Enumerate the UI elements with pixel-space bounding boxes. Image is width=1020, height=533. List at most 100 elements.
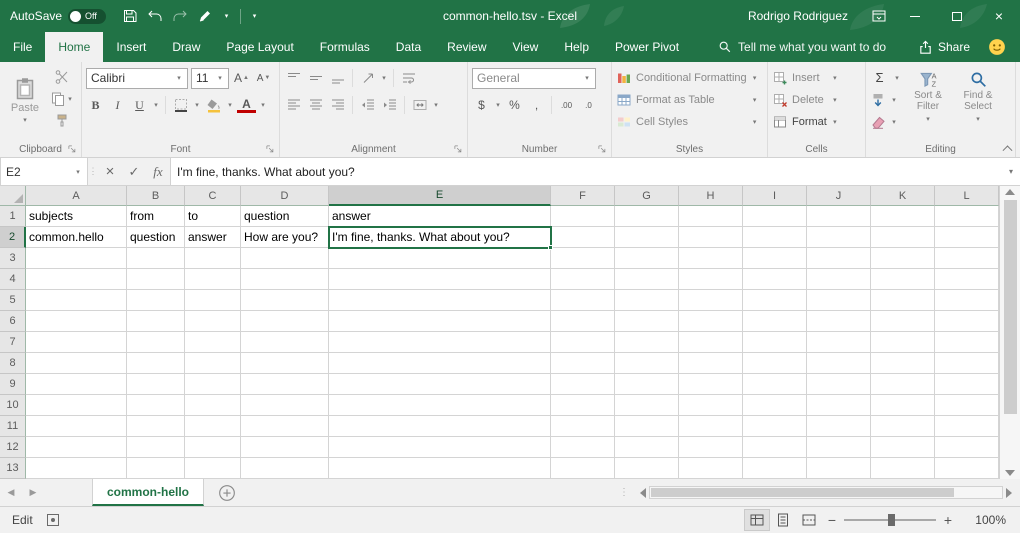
cell-E9[interactable] [329,374,551,395]
cell-J6[interactable] [807,311,871,332]
align-bottom-button[interactable] [328,68,347,88]
close-button[interactable]: × [978,0,1020,32]
cell-E2[interactable]: I'm fine, thanks. What about you? [329,227,551,248]
comma-button[interactable]: , [527,95,546,115]
cell-G9[interactable] [615,374,679,395]
font-name-select[interactable]: Calibri [86,68,188,89]
scroll-down-icon[interactable] [1005,470,1015,476]
select-all-corner[interactable] [0,186,26,206]
grow-font-button[interactable]: A▲ [232,68,251,88]
cell-I7[interactable] [743,332,807,353]
cell-H11[interactable] [679,416,743,437]
underline-button[interactable]: U [130,95,149,115]
cell-J7[interactable] [807,332,871,353]
row-header-1[interactable]: 1 [0,206,26,227]
cell-J8[interactable] [807,353,871,374]
cell-K12[interactable] [871,437,935,458]
cell-styles-button[interactable]: Cell Styles [616,111,759,132]
cell-L9[interactable] [935,374,999,395]
tab-file[interactable]: File [0,32,45,62]
name-box-dropdown-icon[interactable] [74,168,82,176]
find-select-button[interactable]: Find & Select [955,67,1001,139]
cell-J9[interactable] [807,374,871,395]
cell-F11[interactable] [551,416,615,437]
cell-L5[interactable] [935,290,999,311]
undo-icon[interactable] [147,8,163,24]
minimize-button[interactable] [894,0,936,32]
zoom-slider[interactable] [844,519,936,521]
font-color-dropdown-icon[interactable] [259,101,267,109]
cell-I13[interactable] [743,458,807,479]
cell-F2[interactable] [551,227,615,248]
vertical-scrollbar[interactable] [999,186,1020,479]
cell-A6[interactable] [26,311,127,332]
cell-D6[interactable] [241,311,329,332]
cell-I4[interactable] [743,269,807,290]
cell-I8[interactable] [743,353,807,374]
ribbon-display-options-icon[interactable] [864,0,894,32]
cell-H12[interactable] [679,437,743,458]
previous-sheet-icon[interactable] [0,487,22,498]
cell-B4[interactable] [127,269,185,290]
tab-scroll-splitter[interactable]: ⋮ [619,487,630,498]
cell-J1[interactable] [807,206,871,227]
cell-J4[interactable] [807,269,871,290]
cell-K2[interactable] [871,227,935,248]
cell-G10[interactable] [615,395,679,416]
cell-K1[interactable] [871,206,935,227]
cell-C7[interactable] [185,332,241,353]
horizontal-scrollbar[interactable] [640,486,1012,499]
cell-E11[interactable] [329,416,551,437]
cell-A5[interactable] [26,290,127,311]
save-icon[interactable] [122,8,138,24]
cell-J13[interactable] [807,458,871,479]
cell-A13[interactable] [26,458,127,479]
cell-D4[interactable] [241,269,329,290]
cell-J10[interactable] [807,395,871,416]
cell-L11[interactable] [935,416,999,437]
cell-F10[interactable] [551,395,615,416]
cell-E6[interactable] [329,311,551,332]
cell-I3[interactable] [743,248,807,269]
cell-C1[interactable]: to [185,206,241,227]
tab-view[interactable]: View [500,32,552,62]
cell-C5[interactable] [185,290,241,311]
cell-C4[interactable] [185,269,241,290]
tab-draw[interactable]: Draw [159,32,213,62]
column-header-K[interactable]: K [871,186,935,206]
format-painter-button[interactable] [50,111,74,131]
cell-D11[interactable] [241,416,329,437]
row-header-9[interactable]: 9 [0,374,26,395]
tab-formulas[interactable]: Formulas [307,32,383,62]
cell-A11[interactable] [26,416,127,437]
column-header-C[interactable]: C [185,186,241,206]
cell-B9[interactable] [127,374,185,395]
cell-D9[interactable] [241,374,329,395]
cell-F5[interactable] [551,290,615,311]
cell-H1[interactable] [679,206,743,227]
cell-E5[interactable] [329,290,551,311]
cell-A12[interactable] [26,437,127,458]
cell-I2[interactable] [743,227,807,248]
insert-cells-button[interactable]: Insert [772,67,839,88]
macro-record-icon[interactable] [45,512,61,528]
decrease-decimal-button[interactable]: .0 [579,95,598,115]
copy-button[interactable] [50,89,74,109]
new-sheet-button[interactable] [218,484,236,502]
cell-J12[interactable] [807,437,871,458]
cell-D3[interactable] [241,248,329,269]
cell-A9[interactable] [26,374,127,395]
customize-qat-icon[interactable] [250,12,259,20]
cell-F8[interactable] [551,353,615,374]
row-header-6[interactable]: 6 [0,311,26,332]
cell-L13[interactable] [935,458,999,479]
decrease-indent-button[interactable] [358,95,377,115]
cell-G11[interactable] [615,416,679,437]
row-header-3[interactable]: 3 [0,248,26,269]
cell-J5[interactable] [807,290,871,311]
cell-A8[interactable] [26,353,127,374]
cell-I1[interactable] [743,206,807,227]
view-page-break-button[interactable] [796,509,822,531]
row-header-10[interactable]: 10 [0,395,26,416]
row-header-7[interactable]: 7 [0,332,26,353]
